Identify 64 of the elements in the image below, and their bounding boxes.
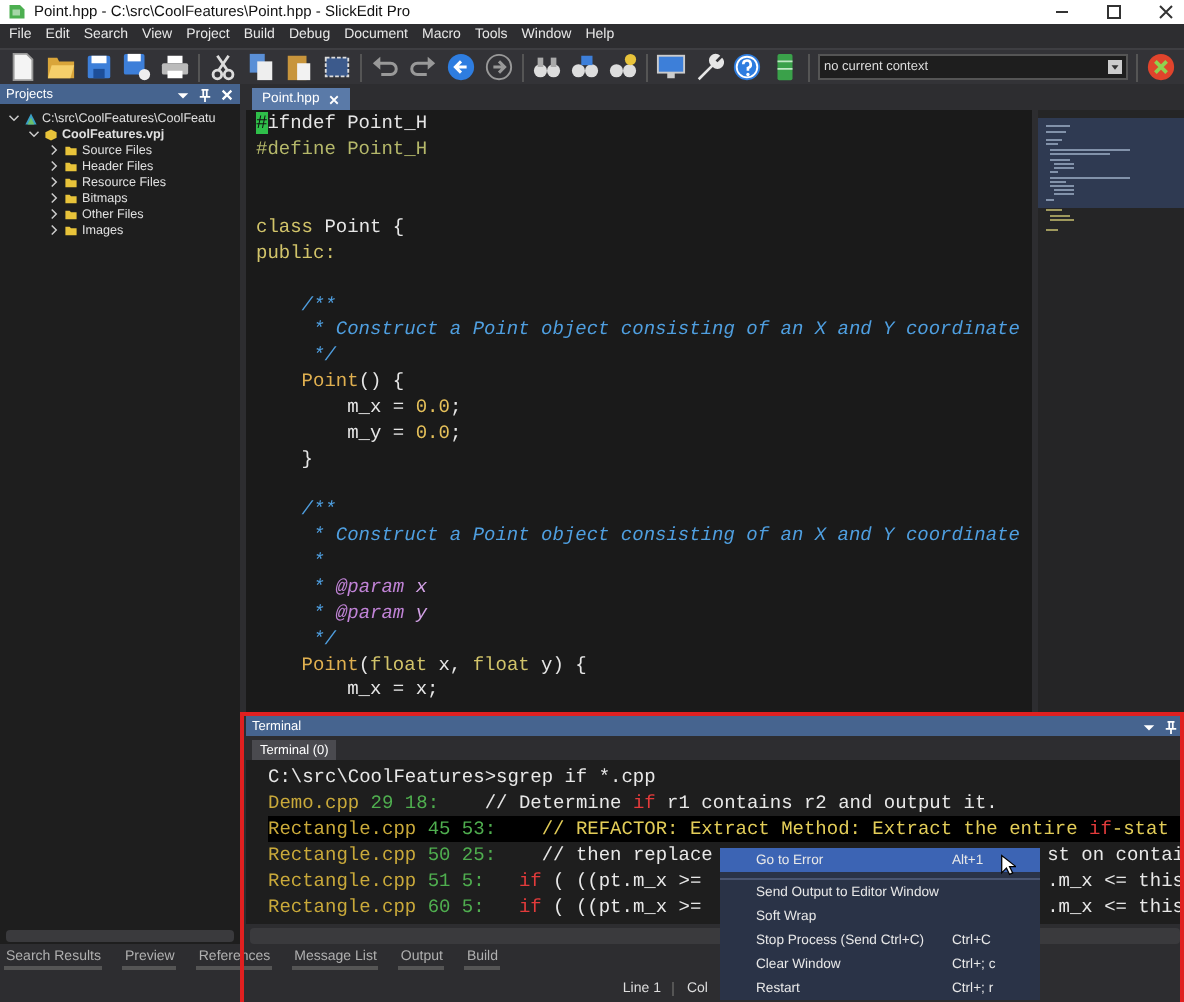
code-line: * Construct a Point object consisting of an X and Y coordinate (311, 318, 1020, 341)
terminal-line: Rectangle.cpp 50 25: // then replace (268, 842, 715, 869)
forward-icon[interactable] (484, 52, 514, 83)
code-line: #define Point_H (256, 138, 428, 161)
collapsed-chevron-icon[interactable] (48, 176, 60, 189)
binoculars-icon[interactable] (608, 52, 638, 83)
terminal-line: st on contai (1047, 842, 1184, 869)
code-line: * (311, 550, 325, 573)
collapsed-chevron-icon[interactable] (48, 160, 60, 173)
floppy-disk-icon[interactable] (122, 52, 152, 83)
dropdown-icon[interactable] (1142, 719, 1156, 734)
workspace-icon (24, 111, 38, 126)
code-line: m_x = 0.0; (345, 395, 462, 418)
code-line: /** (299, 293, 336, 315)
pin-icon[interactable] (198, 87, 212, 102)
code-line: #ifndef Point_H (256, 112, 428, 135)
code-line: */ (311, 627, 336, 650)
copy-icon[interactable] (246, 52, 276, 83)
code-line: Point(float x, float y) { (299, 653, 587, 676)
maximize-icon[interactable] (1104, 1, 1124, 22)
code-line: m_x = x; (345, 678, 439, 701)
caret-icon (1108, 60, 1122, 75)
pin-icon[interactable] (1164, 719, 1178, 734)
folder-icon[interactable] (46, 52, 76, 83)
project-icon (44, 127, 58, 142)
terminal-line: Rectangle.cpp 51 5: if ( ((pt.m_x >= (268, 868, 704, 895)
scissors-icon[interactable] (208, 52, 238, 83)
code-line: * @param y (311, 601, 428, 624)
back-icon[interactable] (446, 52, 476, 83)
file-icon[interactable] (8, 52, 38, 83)
expanded-chevron-icon[interactable] (28, 128, 40, 141)
code-editor[interactable] (246, 110, 1032, 717)
terminal-line: Demo.cpp 29 18: // Determine if r1 contains r2 and output it. (268, 790, 998, 817)
code-line: */ (311, 344, 336, 367)
code-line: * Construct a Point object consisting of an X and Y coordinate (311, 524, 1020, 547)
expanded-chevron-icon[interactable] (8, 112, 20, 125)
printer-icon[interactable] (160, 52, 190, 83)
scrollbar[interactable] (6, 930, 234, 943)
code-line: public: (256, 241, 336, 264)
monitor-icon[interactable] (656, 52, 686, 83)
binoculars-icon[interactable] (570, 52, 600, 83)
terminal-line: Rectangle.cpp 60 5: if ( ((pt.m_x >= (268, 894, 704, 921)
cursor-icon (1000, 854, 1016, 876)
close-icon[interactable] (1156, 1, 1176, 22)
terminal-line: C:\src\CoolFeatures>sgrep if *.cpp (268, 764, 656, 791)
clipboard-icon[interactable] (284, 52, 314, 83)
stop-icon[interactable] (1146, 52, 1176, 83)
collapsed-chevron-icon[interactable] (48, 192, 60, 205)
code-line: /** (299, 498, 336, 521)
code-line: } (299, 447, 314, 470)
collapsed-chevron-icon[interactable] (48, 144, 60, 157)
code-line: m_y = 0.0; (345, 421, 462, 444)
code-line: class Point { (256, 215, 405, 238)
collapsed-chevron-icon[interactable] (48, 208, 60, 221)
code-line: * @param x (311, 575, 428, 598)
binoculars-icon[interactable] (532, 52, 562, 83)
selection-icon[interactable] (322, 52, 352, 83)
app-icon (8, 2, 26, 21)
collapsed-chevron-icon[interactable] (48, 224, 60, 237)
code-line: Point() { (299, 370, 405, 393)
wrench-icon[interactable] (694, 52, 724, 83)
terminal-line: Rectangle.cpp 45 53: // REFACTOR: Extract Method: Extract the entire if-stat (268, 816, 1169, 843)
help-icon[interactable] (732, 52, 762, 83)
dropdown-icon[interactable] (176, 87, 190, 102)
